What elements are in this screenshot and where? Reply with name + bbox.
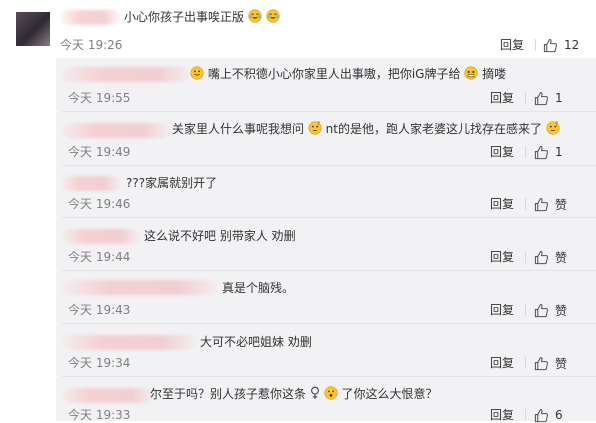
- thumbs-up-icon: [534, 91, 548, 105]
- tongue-out-emoji-icon: [190, 66, 204, 80]
- thumbs-up-icon: [534, 145, 548, 159]
- reply-time: 今天 19:44: [68, 250, 131, 264]
- blurred-username[interactable]: [62, 335, 196, 350]
- reply-text-part: 尔至于吗？别人孩子惹你这条: [150, 387, 307, 401]
- row-divider: [62, 270, 596, 271]
- blurred-username[interactable]: [62, 123, 170, 138]
- row-divider: [62, 217, 596, 218]
- like-button[interactable]: 1: [534, 144, 563, 160]
- reply-button[interactable]: 回复: [500, 38, 524, 52]
- reply-time: 今天 19:33: [68, 408, 131, 422]
- like-count: 1: [555, 145, 563, 159]
- like-count: 1: [555, 91, 563, 105]
- comment-time: 今天 19:26: [60, 38, 123, 52]
- thumbs-up-icon: [543, 38, 557, 52]
- reply-button[interactable]: 回复: [490, 145, 514, 159]
- reply-button[interactable]: 回复: [490, 303, 514, 317]
- row-divider: [62, 323, 596, 324]
- reply-time: 今天 19:46: [68, 197, 131, 211]
- thinking-face-emoji-icon: ?: [546, 121, 560, 135]
- svg-text:?: ?: [317, 122, 320, 128]
- like-button[interactable]: 赞: [534, 249, 567, 265]
- action-separator: [525, 198, 526, 210]
- row-divider: [62, 111, 596, 112]
- reply-button[interactable]: 回复: [490, 250, 514, 264]
- like-button[interactable]: 赞: [534, 302, 567, 318]
- avatar[interactable]: [16, 12, 50, 46]
- reply-text: 关家里人什么事呢我想问 ? nt的是他，跑人家老婆这儿找存在感来了 ?: [172, 121, 560, 137]
- reply-text-part: nt的是他，跑人家老婆这儿找存在感来了: [325, 122, 542, 136]
- thinking-face-emoji-icon: ?: [308, 121, 322, 135]
- like-button[interactable]: 赞: [534, 355, 567, 371]
- like-button[interactable]: 1: [534, 90, 563, 106]
- reply-time: 今天 19:55: [68, 91, 131, 105]
- reply-button[interactable]: 回复: [490, 356, 514, 370]
- blurred-username[interactable]: [60, 10, 120, 25]
- blurred-username[interactable]: [62, 388, 154, 403]
- top-comment: 小心你孩子出事唉正版 今天 19:26 回复 12: [0, 0, 596, 58]
- like-button[interactable]: 赞: [534, 196, 567, 212]
- svg-text:?: ?: [555, 122, 558, 128]
- reply-button[interactable]: 回复: [490, 91, 514, 105]
- reply-time: 今天 19:43: [68, 303, 131, 317]
- comment-text: 小心你孩子出事唉正版: [124, 9, 280, 25]
- thumbs-up-icon: [534, 197, 548, 211]
- thumbs-up-icon: [534, 408, 548, 422]
- thumbs-up-icon: [534, 303, 548, 317]
- action-separator: [525, 146, 526, 158]
- row-divider: [62, 165, 596, 166]
- reply-text: 尔至于吗？别人孩子惹你这条 了你这么大恨意？: [150, 386, 438, 402]
- like-count: 12: [564, 38, 580, 52]
- thumbs-up-icon: [534, 356, 548, 370]
- reply-text: ???家属就别开了: [126, 176, 218, 190]
- action-separator: [525, 357, 526, 369]
- laughing-tears-emoji-icon: [266, 9, 280, 23]
- reply-text-part: 关家里人什么事呢我想问: [172, 122, 305, 136]
- action-separator: [525, 304, 526, 316]
- like-label: 赞: [555, 250, 568, 265]
- like-count: 6: [555, 408, 563, 422]
- row-divider: [62, 376, 596, 377]
- reply-text: 嘴上不积德小心你家里人出事嗷，把你iG牌子给 摘喽: [190, 66, 506, 82]
- reply-text: 这么说不好吧 别带家人 劝删: [144, 229, 296, 243]
- reply-time: 今天 19:49: [68, 145, 131, 159]
- reply-text-part: 嘴上不积德小心你家里人出事嗷，把你iG牌子给: [207, 67, 461, 81]
- reply-time: 今天 19:34: [68, 356, 131, 370]
- blurred-username[interactable]: [62, 176, 120, 191]
- thumbs-up-icon: [534, 250, 548, 264]
- squint-smile-emoji-icon: [464, 66, 478, 80]
- laughing-tears-emoji-icon: [248, 9, 262, 23]
- action-separator: [525, 409, 526, 421]
- action-separator: [525, 251, 526, 263]
- reply-text-part: 了你这么大恨意？: [341, 387, 438, 401]
- reply-button[interactable]: 回复: [490, 197, 514, 211]
- surprised-face-emoji-icon: [324, 386, 338, 400]
- reply-text-part: 摘喽: [482, 67, 507, 81]
- like-label: 赞: [555, 197, 568, 212]
- blurred-username[interactable]: [62, 280, 218, 295]
- like-label: 赞: [555, 303, 568, 318]
- action-separator: [525, 92, 526, 104]
- reply-button[interactable]: 回复: [490, 408, 514, 422]
- blurred-username[interactable]: [62, 67, 190, 82]
- action-separator: [535, 39, 536, 51]
- reply-text: 真是个脑残。: [222, 281, 295, 295]
- blurred-username[interactable]: [62, 229, 140, 244]
- like-button[interactable]: 12: [543, 37, 579, 53]
- comment-text-content: 小心你孩子出事唉正版: [124, 10, 245, 24]
- like-label: 赞: [555, 356, 568, 371]
- reply-text: 大可不必吧姐妹 劝删: [200, 335, 312, 349]
- female-symbol-icon: [310, 386, 319, 399]
